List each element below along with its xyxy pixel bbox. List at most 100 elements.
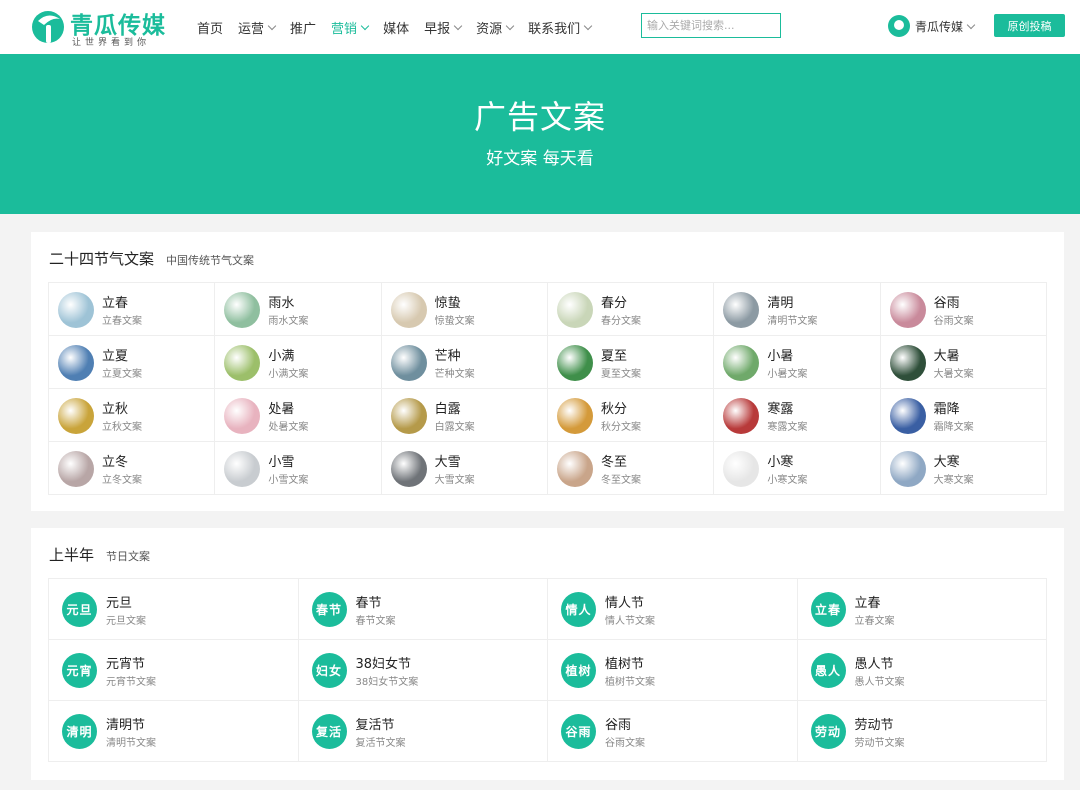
solar-term-item[interactable]: 冬至 冬至文案 — [547, 442, 715, 495]
holiday-calligraphy-icon: 愚人 — [810, 653, 846, 688]
solar-term-name: 大雪 — [434, 455, 461, 470]
solar-term-desc: 白露文案 — [434, 422, 475, 433]
solar-term-item[interactable]: 立夏 立夏文案 — [49, 336, 216, 389]
solar-term-name: 秋分 — [600, 402, 627, 417]
solar-term-desc: 立秋文案 — [102, 422, 142, 433]
holiday-item[interactable]: 植树 植树节 植树节文案 — [548, 640, 798, 701]
solar-term-name: 小雪 — [268, 455, 295, 470]
holiday-name: 复活节 — [355, 718, 395, 733]
user-menu[interactable]: 青瓜传媒 — [888, 14, 976, 38]
solar-term-item[interactable]: 立秋 立秋文案 — [49, 389, 216, 442]
holiday-desc: 清明节文案 — [106, 738, 156, 749]
holiday-item[interactable]: 劳动 劳动节劳动节文案 — [797, 701, 1047, 762]
holiday-item[interactable]: 立春 立春 立春文案 — [797, 579, 1047, 640]
cucumber-logo-icon — [32, 11, 64, 43]
holiday-calligraphy-icon: 春节 — [311, 592, 347, 627]
solar-term-desc: 霜降文案 — [933, 422, 974, 433]
solar-term-item[interactable]: 秋分 秋分文案 — [547, 389, 715, 442]
solar-term-desc: 清明节文案 — [767, 316, 818, 327]
section-title: 二十四节气文案 — [49, 250, 155, 268]
solar-term-name: 寒露 — [767, 402, 794, 417]
solar-term-name: 雨水 — [268, 296, 295, 311]
solar-term-desc: 立夏文案 — [102, 369, 142, 380]
avatar — [888, 15, 910, 37]
holiday-item[interactable]: 春节 春节 春节文案 — [298, 579, 548, 640]
solar-term-item[interactable]: 大寒 大寒文案 — [880, 442, 1047, 495]
nav-item-label: 联系我们 — [528, 21, 581, 37]
solar-term-name: 夏至 — [600, 349, 627, 364]
solar-term-desc: 冬至文案 — [600, 475, 641, 486]
solar-term-item[interactable]: 处暑 处暑文案 — [215, 389, 382, 442]
holiday-item[interactable]: 妇女 38妇女节 38妇女节文案 — [298, 640, 548, 701]
holiday-desc: 愚人节文案 — [854, 677, 905, 688]
solar-term-item[interactable]: 寒露 寒露文案 — [714, 389, 881, 442]
banner-subtitle: 好文案 每天看 — [486, 149, 594, 169]
holiday-calligraphy-icon: 妇女 — [311, 653, 347, 688]
hero-banner: 广告文案 好文案 每天看 — [0, 54, 1080, 214]
solar-term-item[interactable]: 小雪 小雪文案 — [215, 442, 382, 495]
solar-term-name: 大寒 — [933, 455, 960, 470]
solar-term-thumbnail — [224, 292, 261, 328]
solar-term-thumbnail — [556, 398, 593, 434]
nav-item[interactable]: 运营 — [238, 18, 277, 37]
solar-term-item[interactable]: 大暑 大暑文案 — [880, 336, 1047, 389]
solar-term-thumbnail — [889, 292, 926, 328]
solar-term-desc: 立冬文案 — [102, 475, 142, 486]
site-logo[interactable]: 青瓜传媒 让世界看到你 — [30, 5, 170, 49]
solar-term-thumbnail — [390, 451, 427, 487]
solar-term-name: 立春 — [102, 296, 129, 311]
solar-term-thumbnail — [58, 451, 94, 487]
solar-term-desc: 芒种文案 — [434, 369, 475, 380]
solar-term-item[interactable]: 惊蛰 惊蛰文案 — [381, 283, 548, 336]
holiday-item[interactable]: 愚人 愚人节 愚人节文案 — [797, 640, 1047, 701]
submit-article-button[interactable]: 原创投稿 — [994, 14, 1065, 37]
holiday-item[interactable]: 元旦 元旦 元旦文案 — [49, 579, 299, 640]
holiday-item[interactable]: 清明 清明节 清明节文案 — [49, 701, 299, 762]
solar-term-item[interactable]: 夏至 夏至文案 — [547, 336, 715, 389]
holiday-calligraphy-icon: 劳动 — [810, 714, 846, 749]
chevron-down-icon — [267, 21, 277, 30]
solar-term-desc: 惊蛰文案 — [434, 316, 475, 327]
solar-term-desc: 小暑文案 — [767, 369, 808, 380]
solar-term-item[interactable]: 芒种 芒种文案 — [381, 336, 548, 389]
nav-item[interactable]: 早报 — [424, 18, 463, 37]
solar-term-item[interactable]: 小满 小满文案 — [215, 336, 382, 389]
holiday-item[interactable]: 复活 复活节 复活节文案 — [298, 701, 548, 762]
solar-term-item[interactable]: 清明 清明节文案 — [714, 283, 881, 336]
solar-term-item[interactable]: 立春 立春文案 — [49, 283, 216, 336]
nav-item[interactable]: 联系我们 — [528, 18, 593, 37]
solar-term-thumbnail — [556, 345, 593, 381]
holiday-desc: 情人节文案 — [605, 616, 655, 627]
holiday-name: 38妇女节 — [355, 657, 412, 672]
solar-term-item[interactable]: 霜降 霜降文案 — [880, 389, 1047, 442]
solar-term-item[interactable]: 立冬 立冬文案 — [49, 442, 216, 495]
solar-term-item[interactable]: 春分 春分文案 — [547, 283, 715, 336]
holiday-calligraphy-icon: 元宵 — [62, 653, 97, 688]
nav-item[interactable]: 推广 — [290, 18, 316, 37]
nav-item[interactable]: 营销 — [331, 18, 370, 37]
solar-term-item[interactable]: 小寒 小寒文案 — [714, 442, 881, 495]
holiday-item[interactable]: 情人 情人节 情人节文案 — [548, 579, 798, 640]
holiday-item[interactable]: 谷雨 谷雨 谷雨文案 — [548, 701, 798, 762]
solar-term-name: 大暑 — [933, 349, 960, 364]
solar-term-item[interactable]: 小暑 小暑文案 — [714, 336, 881, 389]
search-input[interactable] — [641, 13, 781, 38]
solar-term-desc: 处暑文案 — [268, 422, 309, 433]
nav-item[interactable]: 媒体 — [383, 18, 409, 37]
solar-term-item[interactable]: 大雪 大雪文案 — [381, 442, 548, 495]
nav-item[interactable]: 首页 — [197, 18, 223, 37]
holiday-name: 劳动节 — [854, 718, 894, 733]
solar-term-item[interactable]: 雨水 雨水文案 — [215, 283, 382, 336]
solar-term-thumbnail — [390, 292, 427, 328]
solar-terms-section: 二十四节气文案 中国传统节气文案 立春 立春文案 雨水 雨水文案 惊蛰 惊蛰文案 春分 春分文… — [31, 232, 1064, 511]
solar-term-desc: 春分文案 — [600, 316, 641, 327]
holiday-name: 植树节 — [605, 657, 645, 672]
holiday-desc: 复活节文案 — [355, 738, 406, 749]
solar-term-item[interactable]: 谷雨 谷雨文案 — [880, 283, 1047, 336]
holiday-desc: 劳动节文案 — [854, 738, 905, 749]
solar-term-item[interactable]: 白露 白露文案 — [381, 389, 548, 442]
nav-item[interactable]: 资源 — [476, 18, 515, 37]
holiday-desc: 春节文案 — [355, 616, 396, 627]
solar-term-thumbnail — [58, 345, 94, 381]
holiday-item[interactable]: 元宵 元宵节 元宵节文案 — [49, 640, 299, 701]
